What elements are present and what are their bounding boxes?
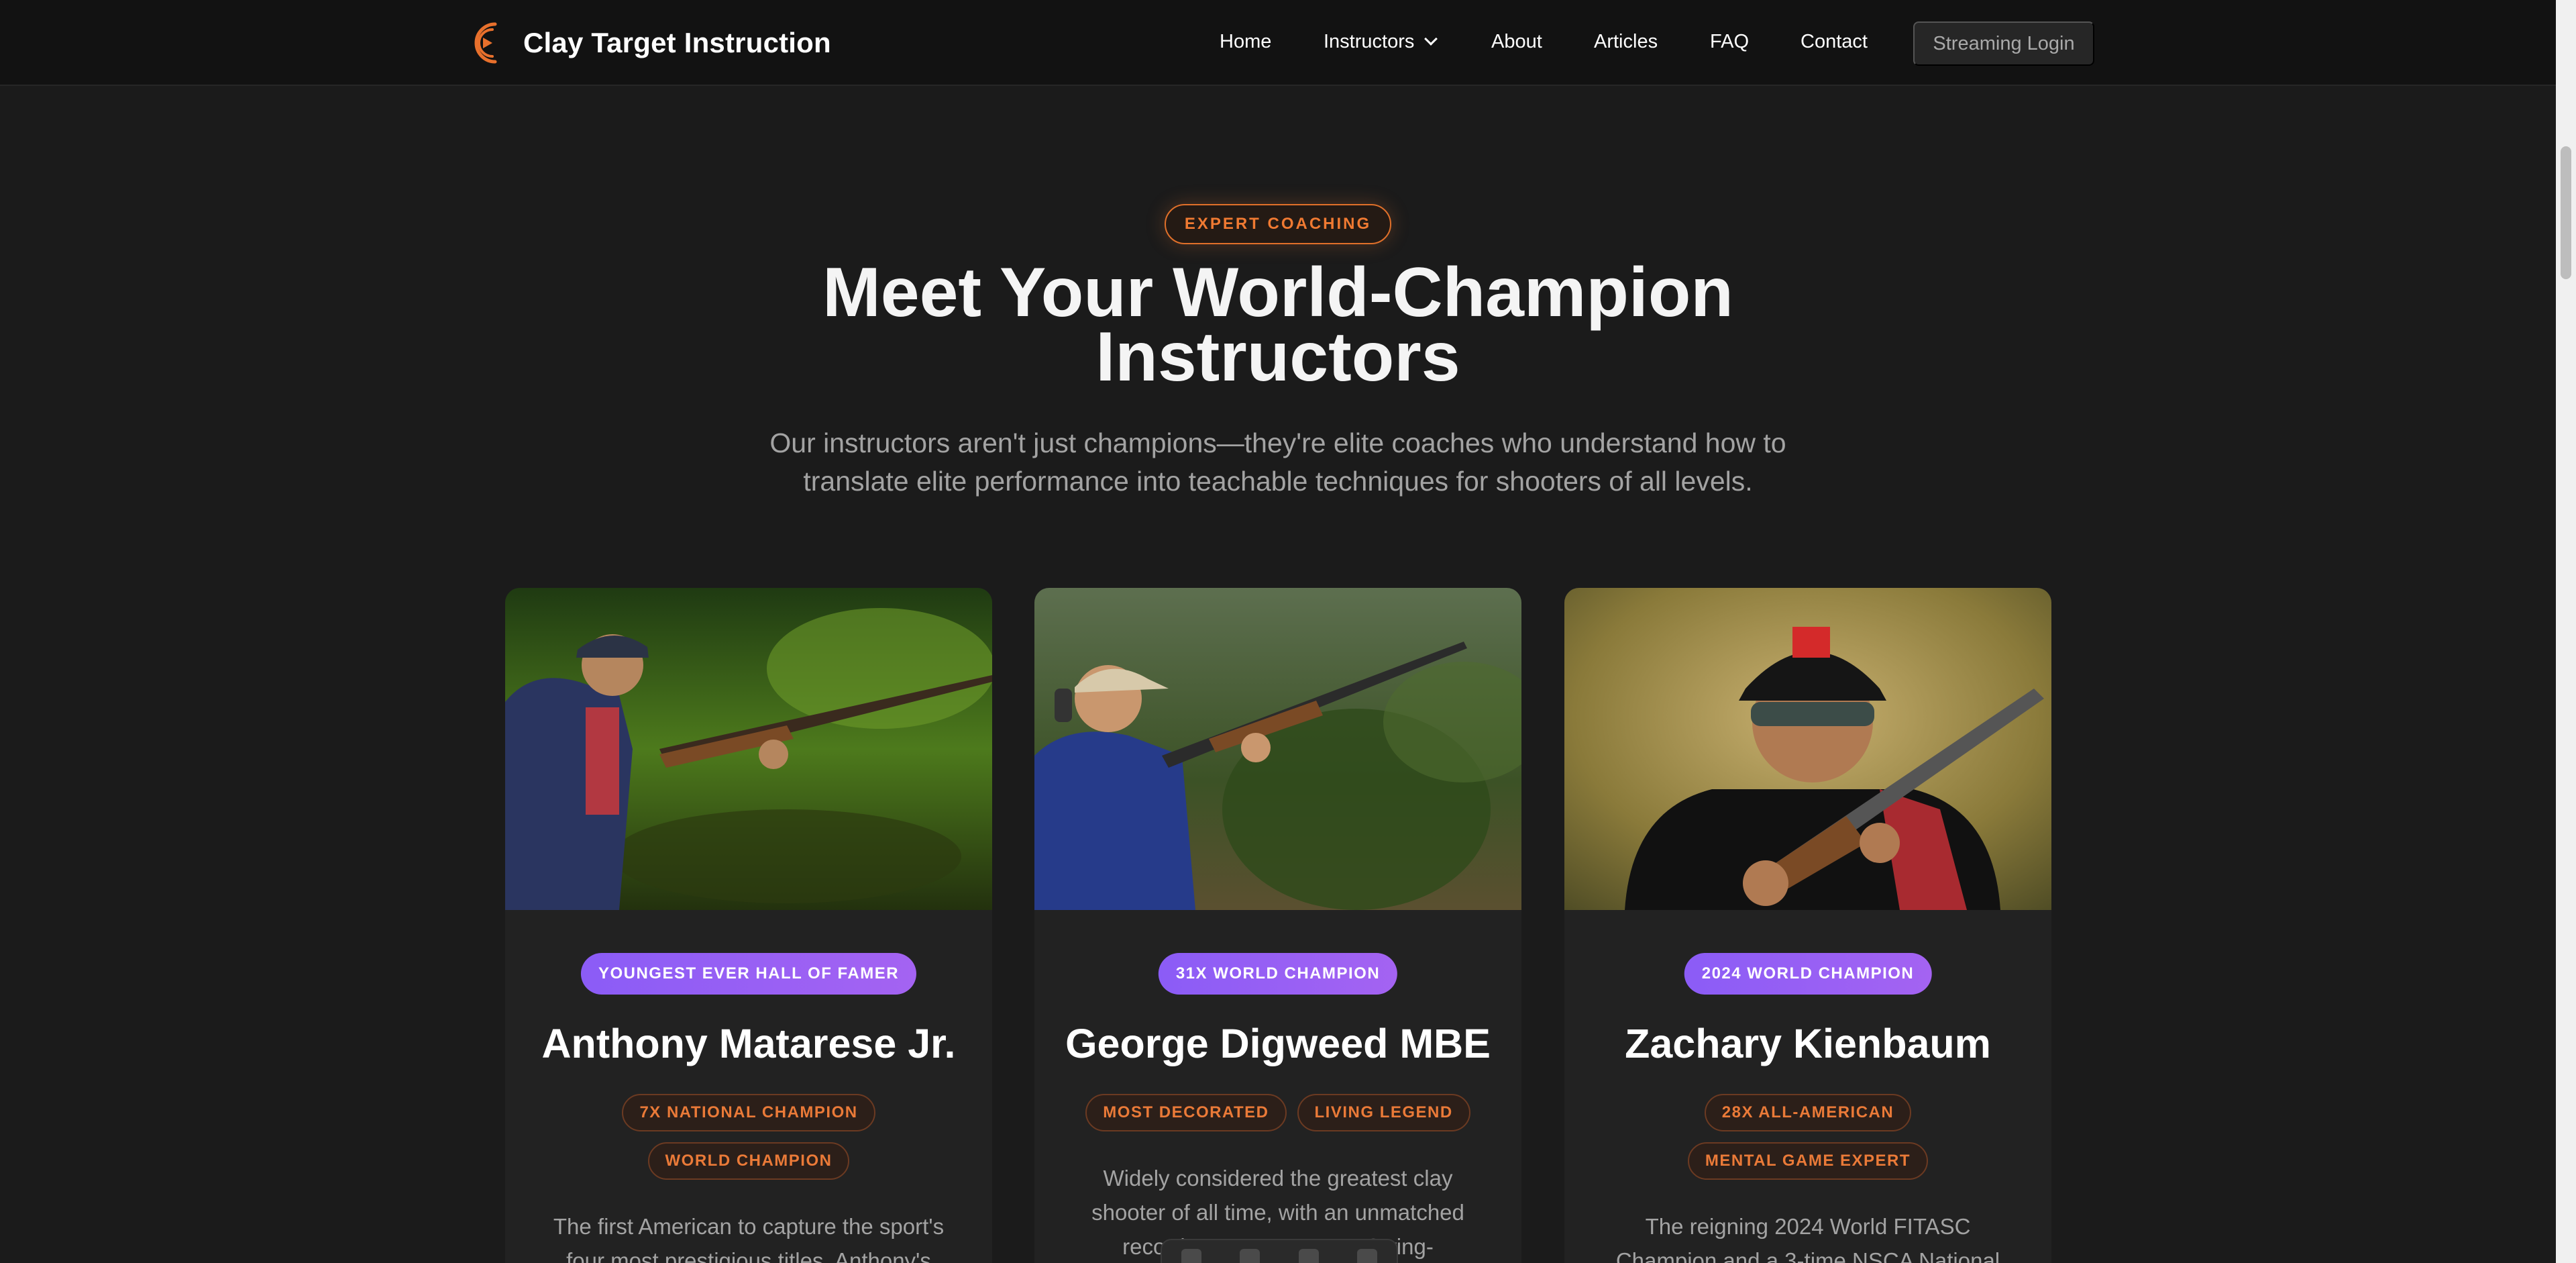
achievement-badge: 31X WORLD CHAMPION [1158,953,1398,995]
page: Clay Target Instruction Home Instructors… [0,0,2576,1263]
brand-logo-icon [474,22,497,64]
nav-contact[interactable]: Contact [1801,31,1868,53]
instructor-description-line1: Widely considered the greatest clay [1103,1166,1453,1191]
instructor-photo [505,588,992,910]
instructor-description: The reigning 2024 World FITASC Champion … [1605,1209,2011,1263]
instructor-photo [1564,588,2051,910]
instructor-tag: 7X NATIONAL CHAMPION [622,1094,875,1131]
nav-articles[interactable]: Articles [1594,31,1658,53]
page-title: Meet Your World-Champion Instructors [671,258,1885,392]
instructor-name: Anthony Matarese Jr. [541,1021,956,1066]
instructor-name: George Digweed MBE [1065,1021,1491,1066]
nav-faq[interactable]: FAQ [1710,31,1749,53]
instructor-tag: MENTAL GAME EXPERT [1687,1142,1929,1180]
scrollbar[interactable] [2556,0,2576,1263]
brand-name: Clay Target Instruction [523,27,831,58]
instructor-card-kienbaum[interactable]: 2024 WORLD CHAMPION Zachary Kienbaum 28X… [1564,588,2051,1263]
toolbar-settings-icon[interactable] [1357,1249,1378,1263]
instructor-description-line1: The reigning 2024 World FITASC [1645,1214,1971,1239]
instructor-description-line1: The first American to capture the sport'… [553,1214,945,1239]
brand[interactable]: Clay Target Instruction [466,17,831,68]
tag-row: MOST DECORATED LIVING LEGEND [1034,1094,1521,1131]
toolbar-sliders-icon[interactable] [1298,1249,1319,1263]
floating-toolbar[interactable] [1161,1239,1398,1263]
toolbar-user-icon[interactable] [1181,1249,1201,1263]
instructor-tag: MOST DECORATED [1085,1094,1287,1131]
nav-instructors-label: Instructors [1324,31,1415,52]
scrollbar-thumb[interactable] [2561,146,2571,279]
tag-row: MENTAL GAME EXPERT [1564,1142,2051,1180]
achievement-badge: YOUNGEST EVER HALL OF FAMER [580,953,917,995]
instructor-tag: 28X ALL-AMERICAN [1704,1094,1912,1131]
page-subtitle-line2: translate elite performance into teachab… [803,466,1753,497]
streaming-login-button[interactable]: Streaming Login [1913,21,2094,66]
tag-row: 7X NATIONAL CHAMPION [505,1094,992,1131]
site-header: Clay Target Instruction Home Instructors… [0,0,2556,86]
toolbar-hand-icon[interactable] [1240,1249,1260,1263]
nav-about[interactable]: About [1491,31,1542,53]
tag-row: 28X ALL-AMERICAN [1564,1094,2051,1131]
section-eyebrow-badge: EXPERT COACHING [1165,204,1391,244]
achievement-badge: 2024 WORLD CHAMPION [1684,953,1932,995]
instructor-card-digweed[interactable]: 31X WORLD CHAMPION George Digweed MBE MO… [1034,588,1521,1263]
nav-home[interactable]: Home [1220,31,1271,53]
page-subtitle-line1: Our instructors aren't just champions—th… [769,427,1786,458]
page-subtitle: Our instructors aren't just champions—th… [738,424,1818,501]
instructor-tag: WORLD CHAMPION [647,1142,850,1180]
instructor-description-line2: Champion and a 3-time NSCA National [1615,1248,2000,1263]
instructor-tag: LIVING LEGEND [1297,1094,1470,1131]
tag-row: WORLD CHAMPION [505,1142,992,1180]
instructor-name: Zachary Kienbaum [1625,1021,1991,1066]
instructor-card-matarese[interactable]: YOUNGEST EVER HALL OF FAMER Anthony Mata… [505,588,992,1263]
nav-instructors[interactable]: Instructors [1324,31,1438,53]
instructor-description-line2: shooter of all time, with an unmatched [1091,1200,1464,1225]
instructor-description-line2: four most prestigious titles. Anthony's [566,1248,931,1263]
chevron-down-icon [1424,32,1438,46]
instructor-description: The first American to capture the sport'… [545,1209,952,1263]
page-title-line2: Instructors [1095,318,1460,396]
instructor-photo [1034,588,1521,910]
